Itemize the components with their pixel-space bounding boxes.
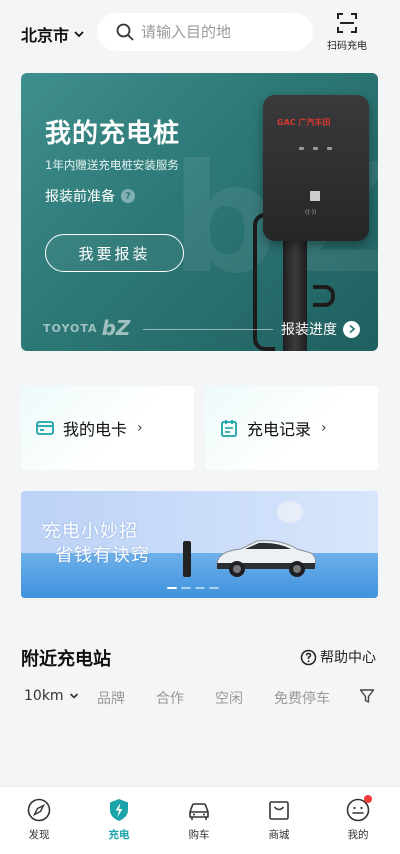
search-bar[interactable] [97,13,313,51]
bag-icon [269,801,289,820]
search-input[interactable] [141,23,301,41]
brand-filter[interactable]: 品牌 [97,688,125,708]
idle-filter[interactable]: 空闲 [215,688,243,708]
tab-label: 发现 [28,829,50,841]
distance-filter[interactable]: 10km [24,688,79,704]
tab-label: 商城 [268,829,290,841]
card-label: 我的电卡 [63,420,128,439]
hero-subtitle: 1年内赠送充电桩安装服务 [45,158,179,172]
carousel-dot [167,587,177,589]
chevron-right-icon: › [137,420,143,436]
charge-icon [110,799,128,821]
carousel-dot [195,587,205,589]
tab-mall[interactable]: 商城 [249,797,309,842]
promo-banner[interactable]: › 充电小妙招 省钱有诀窍 [21,491,378,598]
charger-light [299,147,304,150]
scan-charge-button[interactable]: 扫码充电 [324,12,370,52]
promo-line1: 充电小妙招 [43,521,138,542]
charger-nfc: ((·)) [305,209,317,216]
charger-light [327,147,332,150]
install-prep-label: 报装前准备 [45,189,115,205]
toyota-bz-logo: TOYOTA bZ [43,316,130,340]
card-label: 充电记录 [247,420,312,439]
help-center-link[interactable]: 帮助中心 [300,647,376,667]
free-parking-filter[interactable]: 免费停车 [274,688,330,708]
lightbulb-bubble-icon [277,501,303,523]
divider [143,329,273,330]
chevron-down-icon [69,693,78,699]
my-charge-card-button[interactable]: 我的电卡 › [21,386,194,470]
help-circle-icon [300,649,317,665]
toyota-wordmark: TOYOTA [43,321,98,335]
question-icon: ? [121,189,135,203]
tab-label: 充电 [108,829,130,841]
carousel-indicator [167,587,219,589]
apply-install-button[interactable]: 我要报装 [45,234,184,272]
carousel-dot [181,587,191,589]
charging-stand [183,541,191,577]
install-progress-label: 报装进度 [281,322,337,338]
search-icon [116,23,134,41]
promo-line2: 省钱有诀窍 [55,545,150,566]
tab-profile[interactable]: 我的 [328,795,388,842]
bz-wordmark: bZ [101,316,131,340]
tab-label: 购车 [188,829,210,841]
distance-label: 10km [24,688,64,704]
charger-holster [313,285,335,307]
station-filters: 10km 品牌 合作 空闲 免费停车 [21,686,378,708]
bottom-tab-bar: 发现 充电 购车 商城 我的 [0,786,400,854]
calendar-icon [221,420,237,437]
charger-qr [310,191,320,201]
charger-hero-banner[interactable]: bZ GAC 广汽丰田 ((·)) 我的充电桩 1年内赠送充电桩安装服务 报装前… [21,73,378,351]
compass-icon [27,798,51,822]
charger-light [313,147,318,150]
tab-buy-car[interactable]: 购车 [169,797,229,842]
help-center-label: 帮助中心 [320,650,376,666]
top-bar: 北京市 扫码充电 [0,0,400,64]
scan-icon [337,13,357,33]
car-icon [189,803,209,820]
partner-filter[interactable]: 合作 [156,688,184,708]
card-icon [36,421,54,435]
charge-record-button[interactable]: 充电记录 › [205,386,378,470]
tab-label: 我的 [347,829,369,841]
carousel-dot [209,587,219,589]
hero-title: 我的充电桩 [45,119,181,149]
install-progress-link[interactable]: 报装进度 [281,319,360,339]
scan-label: 扫码充电 [327,41,367,52]
city-label: 北京市 [21,26,70,45]
chevron-right-icon: › [321,420,327,436]
tab-discover[interactable]: 发现 [9,797,69,842]
tab-charge[interactable]: 充电 [89,797,149,842]
city-selector[interactable]: 北京市 [21,22,85,46]
notification-badge [364,795,372,803]
nearby-stations-title: 附近充电站 [21,649,111,670]
chevron-right-icon [343,320,360,338]
charger-brand: GAC 广汽丰田 [277,118,331,127]
chevron-down-icon [74,31,84,38]
filter-funnel-icon[interactable] [359,688,375,708]
charger-illustration: GAC 广汽丰田 ((·)) [263,95,369,241]
car-illustration [216,540,316,577]
install-prep-link[interactable]: 报装前准备 ? [45,186,135,206]
